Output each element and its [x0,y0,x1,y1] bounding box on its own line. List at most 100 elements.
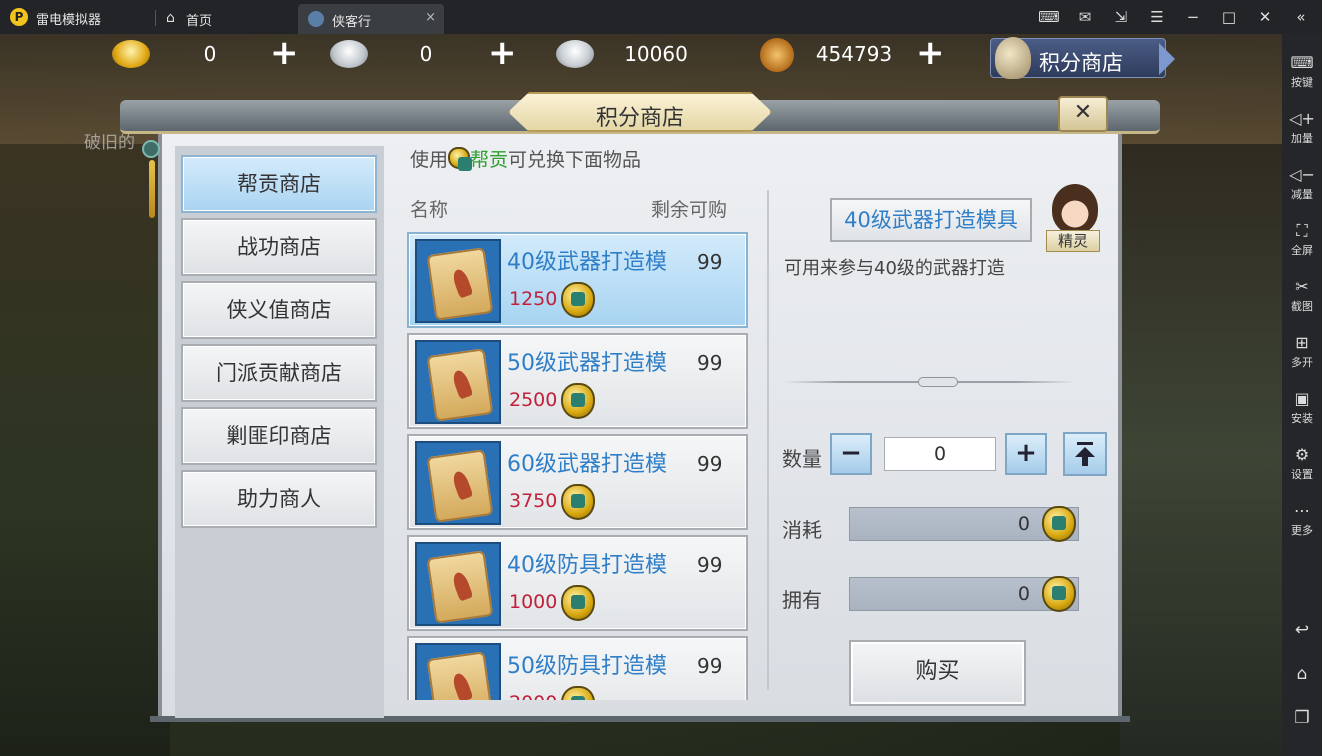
category-sect-contribution-shop[interactable]: 门派贡献商店 [181,344,377,402]
maximize-icon[interactable]: □ [1218,7,1240,27]
category-guild-contribution-shop[interactable]: 帮贡商店 [181,155,377,213]
cost-value: 0 [1017,513,1030,535]
shop-close-button[interactable]: ✕ [1058,96,1108,132]
quantity-input[interactable] [884,437,996,471]
npc-portrait-icon [1052,184,1098,234]
background-left [0,144,170,756]
spirit-npc-avatar[interactable]: 精灵 [1046,178,1102,254]
category-merit-shop[interactable]: 战功商店 [181,218,377,276]
category-chivalry-shop[interactable]: 侠义值商店 [181,281,377,339]
copper-coin-icon [760,38,794,72]
tassel-cord [149,160,155,218]
emulator-logo-icon: P [10,8,28,26]
guild-badge-icon [561,282,595,318]
close-icon[interactable]: ✕ [1254,7,1276,27]
home-icon: ⌂ [166,10,175,26]
category-helper-merchant[interactable]: 助力商人 [181,470,377,528]
gold-ingot-icon [112,40,150,68]
add-gold-button[interactable]: + [270,36,299,70]
item-price: 2000 [509,692,557,700]
bound-silver-icon [556,40,594,68]
shop-title: 积分商店 [595,106,684,131]
detail-divider [767,190,769,690]
item-thumbnail [415,441,501,525]
sidebar-item-fullscreen[interactable]: ⛶ 全屏 [1282,220,1322,258]
item-remaining: 99 [697,250,723,274]
game-icon [308,11,324,27]
sidebar-item-label: 多开 [1291,356,1313,369]
hint-prefix: 使用 [410,149,449,171]
gamepad-icon[interactable]: ⌨ [1038,7,1060,27]
sidebar-item-settings[interactable]: ⚙ 设置 [1282,444,1322,482]
minimize-icon[interactable]: − [1182,7,1204,27]
gold-ingot-value: 0 [203,42,217,66]
points-shop-button[interactable]: 积分商店 [990,37,1175,79]
emulator-sidebar: ⌨ 按键 ◁+ 加量 ◁− 减量 ⛶ 全屏 ✂ 截图 ⊞ 多开 ▣ 安装 ⚙ 设置 ⋯ 更多 ↩ … [1282,34,1322,756]
keyboard-icon: ⌨ [1290,53,1314,72]
list-item[interactable]: 40级武器打造模 99 1250 [407,232,748,328]
sidebar-item-label: 安装 [1291,412,1313,425]
sidebar-item-label: 设置 [1291,468,1313,481]
buy-button[interactable]: 购买 [849,640,1026,706]
list-item[interactable]: 60级武器打造模 99 3750 [407,434,748,530]
currency-hint: 使用 帮贡可兑换下面物品 [410,145,641,172]
increase-quantity-button[interactable]: + [1005,433,1047,475]
sidebar-item-label: 按键 [1291,76,1313,89]
sidebar-item-install[interactable]: ▣ 安装 [1282,388,1322,426]
item-name: 40级武器打造模 [507,250,667,275]
tab-home-label: 首页 [186,14,213,29]
guild-badge-icon [448,147,473,171]
list-item[interactable]: 50级武器打造模 99 2500 [407,333,748,429]
tab-close-icon[interactable]: × [425,10,436,25]
item-remaining: 99 [697,351,723,375]
multi-instance-icon: ⊞ [1295,333,1309,352]
sidebar-item-keys[interactable]: ⌨ 按键 [1282,52,1322,90]
tassel-ornament [142,130,160,220]
mail-icon[interactable]: ✉ [1074,7,1096,27]
back-icon[interactable]: ↩ [1282,620,1322,640]
sidebar-item-volume-down[interactable]: ◁− 减量 [1282,164,1322,202]
decrease-quantity-button[interactable]: − [830,433,872,475]
item-price: 1250 [509,288,558,310]
recent-apps-icon[interactable]: ❐ [1282,708,1322,728]
sidebar-item-more[interactable]: ⋯ 更多 [1282,500,1322,538]
tab-divider [155,10,156,26]
bound-silver-value: 10060 [624,42,688,66]
sidebar-item-label: 加量 [1291,132,1313,145]
tab-home[interactable]: ⌂ 首页 [160,5,290,31]
tab-game[interactable]: 侠客行 × [298,4,444,34]
owned-label: 拥有 [782,588,822,612]
guild-badge-icon [561,484,595,520]
sidebar-item-volume-up[interactable]: ◁+ 加量 [1282,108,1322,146]
sidebar-item-label: 全屏 [1291,244,1313,257]
item-name: 40级防具打造模 [507,553,667,578]
ornament-knot [918,377,958,387]
list-item[interactable]: 40级防具打造模 99 1000 [407,535,748,631]
item-thumbnail [415,542,501,626]
guild-badge-icon [561,585,595,621]
sidebar-item-screenshot[interactable]: ✂ 截图 [1282,276,1322,314]
scissors-icon: ✂ [1295,277,1309,296]
sidebar-item-label: 减量 [1291,188,1313,201]
item-list[interactable]: 40级武器打造模 99 1250 50级武器打造模 99 2500 60级武器打… [405,230,750,700]
add-copper-button[interactable]: + [916,36,945,70]
max-icon-bar [1077,442,1093,445]
collapse-icon[interactable]: « [1290,7,1312,27]
item-name: 50级武器打造模 [507,351,667,376]
home-nav-icon[interactable]: ⌂ [1282,664,1322,684]
sidebar-item-label: 更多 [1291,524,1313,537]
arrow-right-icon [1159,43,1175,75]
owned-value: 0 [1017,583,1030,605]
add-silver-button[interactable]: + [488,36,517,70]
jade-knot-icon [142,140,160,158]
hint-currency: 帮贡 [470,149,509,171]
export-icon[interactable]: ⇲ [1110,7,1132,27]
volume-down-icon: ◁− [1289,165,1315,184]
menu-icon[interactable]: ☰ [1146,7,1168,27]
max-quantity-button[interactable] [1063,432,1107,476]
category-bandit-seal-shop[interactable]: 剿匪印商店 [181,407,377,465]
item-remaining: 99 [697,452,723,476]
list-item[interactable]: 50级防具打造模 99 2000 [407,636,748,700]
gear-icon: ⚙ [1294,445,1310,464]
sidebar-item-multi-instance[interactable]: ⊞ 多开 [1282,332,1322,370]
